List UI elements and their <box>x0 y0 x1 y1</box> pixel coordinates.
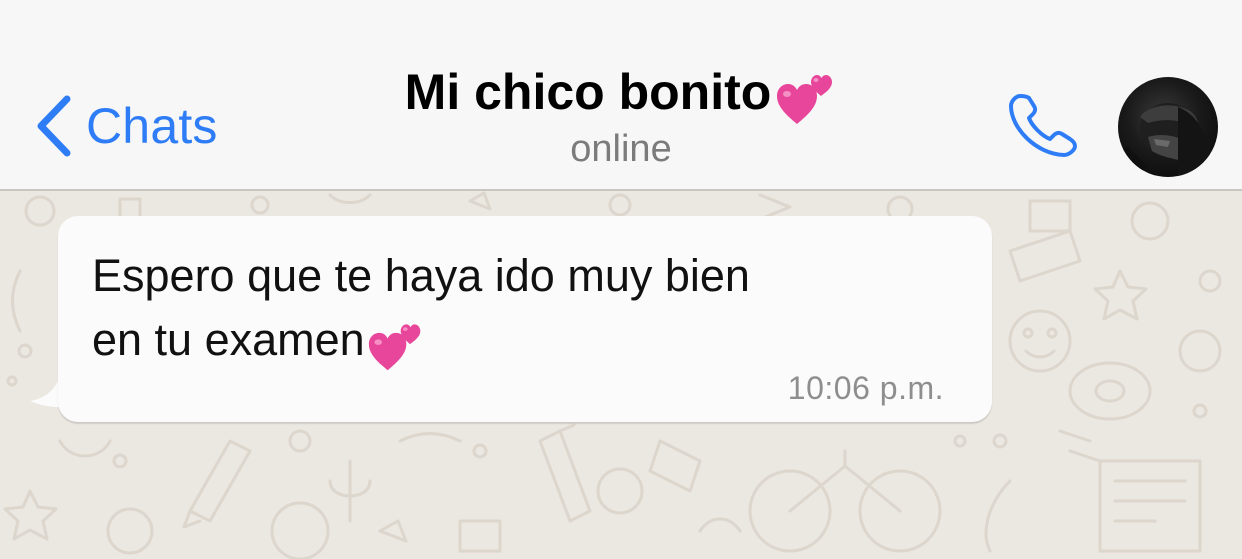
two-hearts-icon <box>777 75 833 124</box>
chat-header: Chats Mi chico bonito online <box>0 0 1242 191</box>
message-text-line: en tu examen <box>92 314 425 371</box>
contact-avatar[interactable] <box>1118 77 1218 177</box>
chat-screen: Chats Mi chico bonito online Espero que … <box>0 0 1242 559</box>
two-hearts-icon <box>368 324 421 371</box>
message-text-line: Espero que te haya ido muy bien <box>92 250 750 301</box>
message-list[interactable]: Espero que te haya ido muy bien en tu ex… <box>0 191 1242 559</box>
phone-icon[interactable] <box>1006 90 1082 160</box>
incoming-message-bubble[interactable]: Espero que te haya ido muy bien en tu ex… <box>58 216 992 422</box>
avatar-photo <box>1118 103 1210 177</box>
message-timestamp: 10:06 p.m. <box>787 370 944 406</box>
contact-name: Mi chico bonito <box>405 62 838 124</box>
